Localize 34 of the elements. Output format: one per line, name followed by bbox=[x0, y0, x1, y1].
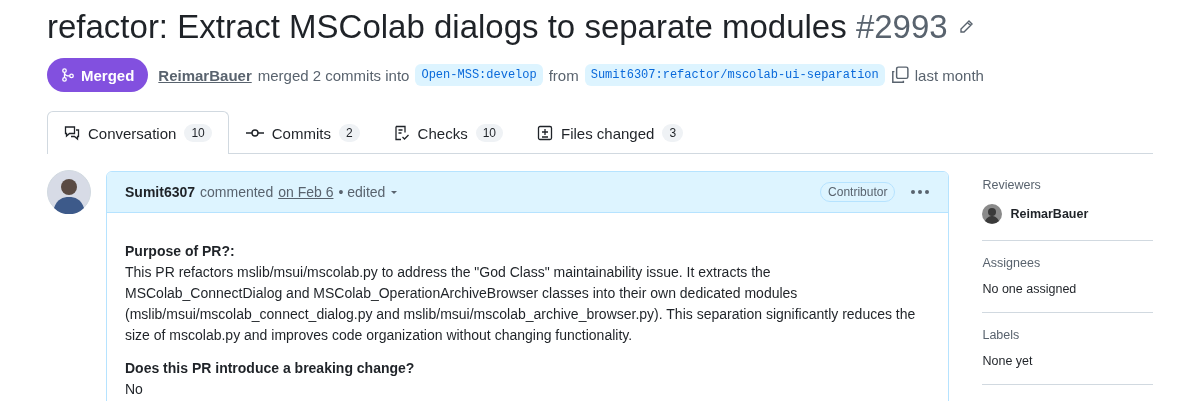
avatar[interactable] bbox=[982, 204, 1003, 224]
paragraph: This PR refactors mslib/msui/mscolab.py to address the "God Class" maintainability issue. It extracts the MSColab_ConnectDialog and MSColab_OperationArchiveBrowser classes into their own dedicated modules (mslib/msui/mscolab_connect_dialog.py and mslib/msui/mscolab_archive_browser.py). This separation significantly reduces the size of mscolab.py and improves code organization without changing functionality. bbox=[125, 263, 917, 345]
sidebar-value: No one assigned bbox=[982, 282, 1078, 296]
checklist-icon bbox=[393, 125, 410, 141]
timestamp: last month bbox=[914, 66, 984, 84]
section-heading: Does this PR introduce a breaking change? bbox=[125, 359, 416, 378]
section-heading: Purpose of PR?: bbox=[125, 242, 236, 261]
commenter-link[interactable]: Sumit6307 bbox=[125, 184, 196, 200]
branch-label[interactable]: Sumit6307:refactor/mscolab-ui-separation bbox=[584, 64, 885, 86]
tab[interactable]: Conversation 10 bbox=[47, 111, 229, 154]
pr-title: refactor: Extract MSColab dialogs to separate modules #2993 bbox=[47, 8, 948, 46]
date-link[interactable]: on Feb 6 bbox=[278, 184, 334, 200]
author-link[interactable]: ReimarBauer bbox=[158, 66, 252, 84]
branch-label[interactable]: Open-MSS:develop bbox=[415, 64, 543, 86]
paragraph: No bbox=[125, 380, 144, 399]
tab[interactable]: Commits 2 bbox=[228, 111, 377, 154]
copy-icon[interactable] bbox=[890, 66, 909, 84]
more-icon[interactable] bbox=[910, 189, 931, 195]
pencil-icon[interactable] bbox=[957, 19, 974, 35]
tab[interactable]: Checks 10 bbox=[376, 111, 520, 154]
sidebar-value: None yet bbox=[982, 354, 1034, 368]
status-badge: Merged bbox=[47, 58, 149, 92]
comment-icon bbox=[64, 125, 80, 141]
edited-menu[interactable]: • edited bbox=[338, 184, 400, 200]
sidebar-heading[interactable]: Assignees bbox=[982, 256, 1153, 270]
sidebar-heading[interactable]: Reviewers bbox=[982, 178, 1153, 192]
merge-text: merged 2 commits into bbox=[257, 66, 410, 84]
reviewer-name[interactable]: ReimarBauer bbox=[1010, 207, 1089, 221]
avatar[interactable] bbox=[47, 170, 91, 214]
tab[interactable]: Files changed 3 bbox=[520, 111, 701, 154]
comment-action: commented bbox=[200, 184, 274, 200]
diff-icon bbox=[537, 125, 553, 141]
from-text: from bbox=[548, 66, 579, 84]
sidebar-heading[interactable]: Labels bbox=[982, 328, 1153, 342]
